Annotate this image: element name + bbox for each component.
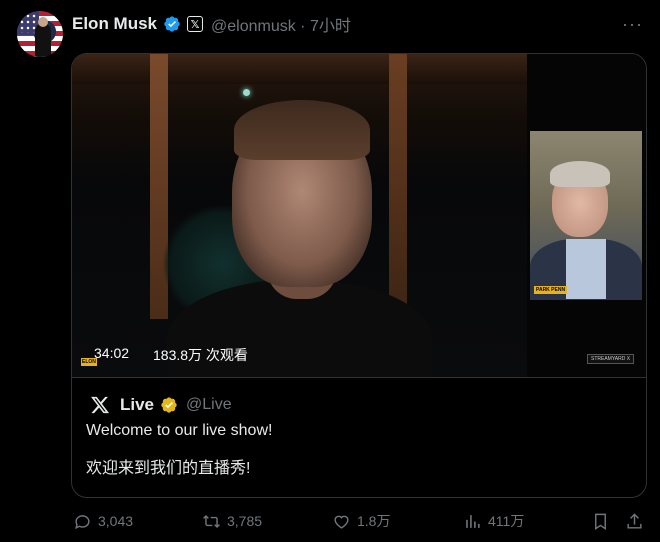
more-options-icon[interactable]: ··· [622, 14, 643, 35]
analytics-icon [466, 514, 480, 528]
avatar-head [38, 17, 48, 27]
view-count: 411万 [488, 513, 525, 529]
like-button[interactable]: 1.8万 [332, 509, 390, 533]
x-logo-icon[interactable] [90, 395, 110, 415]
reply-icon [75, 514, 90, 529]
verified-badge-icon[interactable] [163, 15, 181, 33]
speaker-hair [234, 100, 370, 160]
quoted-post-header: Live @Live [90, 394, 232, 416]
quoted-author-handle[interactable]: @Live [186, 396, 232, 414]
quoted-author-name[interactable]: Live [120, 395, 154, 415]
share-icon [627, 512, 642, 529]
author-name[interactable]: Elon Musk [72, 14, 157, 34]
guest-shirt [566, 239, 606, 299]
action-bar: 3,043 3,785 1.8万 411万 [0, 509, 660, 535]
guest-hair [550, 161, 610, 187]
ceiling-light [243, 89, 250, 96]
like-count: 1.8万 [357, 513, 391, 529]
bookmark-button[interactable] [591, 509, 610, 533]
video-view-count: 183.8万 次观看 [153, 347, 248, 363]
repost-count: 3,785 [227, 513, 263, 529]
repost-button[interactable]: 3,785 [202, 509, 262, 533]
post-header: Elon Musk 𝕏 @elonmusk · 7小时 [72, 12, 351, 36]
video-player[interactable]: PARK PENN ELON 34:02 183.8万 次观看 STREAMYA… [72, 54, 646, 377]
video-duration: 34:02 [94, 345, 130, 361]
reply-button[interactable]: 3,043 [73, 509, 133, 533]
guest-video-inset: PARK PENN [530, 131, 642, 300]
stream-watermark: STREAMYARD X [587, 354, 635, 364]
ceiling-rafter [72, 54, 527, 84]
author-handle-time[interactable]: @elonmusk · 7小时 [211, 12, 351, 36]
share-button[interactable] [625, 509, 644, 533]
gold-verified-badge-icon[interactable] [160, 396, 178, 414]
avatar-figure [35, 23, 51, 57]
wooden-beam [389, 54, 407, 309]
repost-icon [203, 514, 220, 528]
video-frame [72, 54, 527, 377]
views-button[interactable]: 411万 [463, 509, 524, 533]
quoted-media-card[interactable]: PARK PENN ELON 34:02 183.8万 次观看 STREAMYA… [71, 53, 647, 498]
reply-count: 3,043 [98, 513, 134, 529]
author-avatar[interactable] [17, 11, 63, 57]
quoted-text-chinese: 欢迎来到我们的直播秀! [86, 460, 251, 477]
guest-name-tag: PARK PENN [534, 286, 568, 294]
heart-icon [334, 515, 349, 529]
card-divider [72, 377, 646, 378]
quoted-text-english: Welcome to our live show! [86, 422, 273, 439]
bookmark-icon [595, 513, 606, 530]
x-affiliate-badge: 𝕏 [187, 16, 204, 32]
